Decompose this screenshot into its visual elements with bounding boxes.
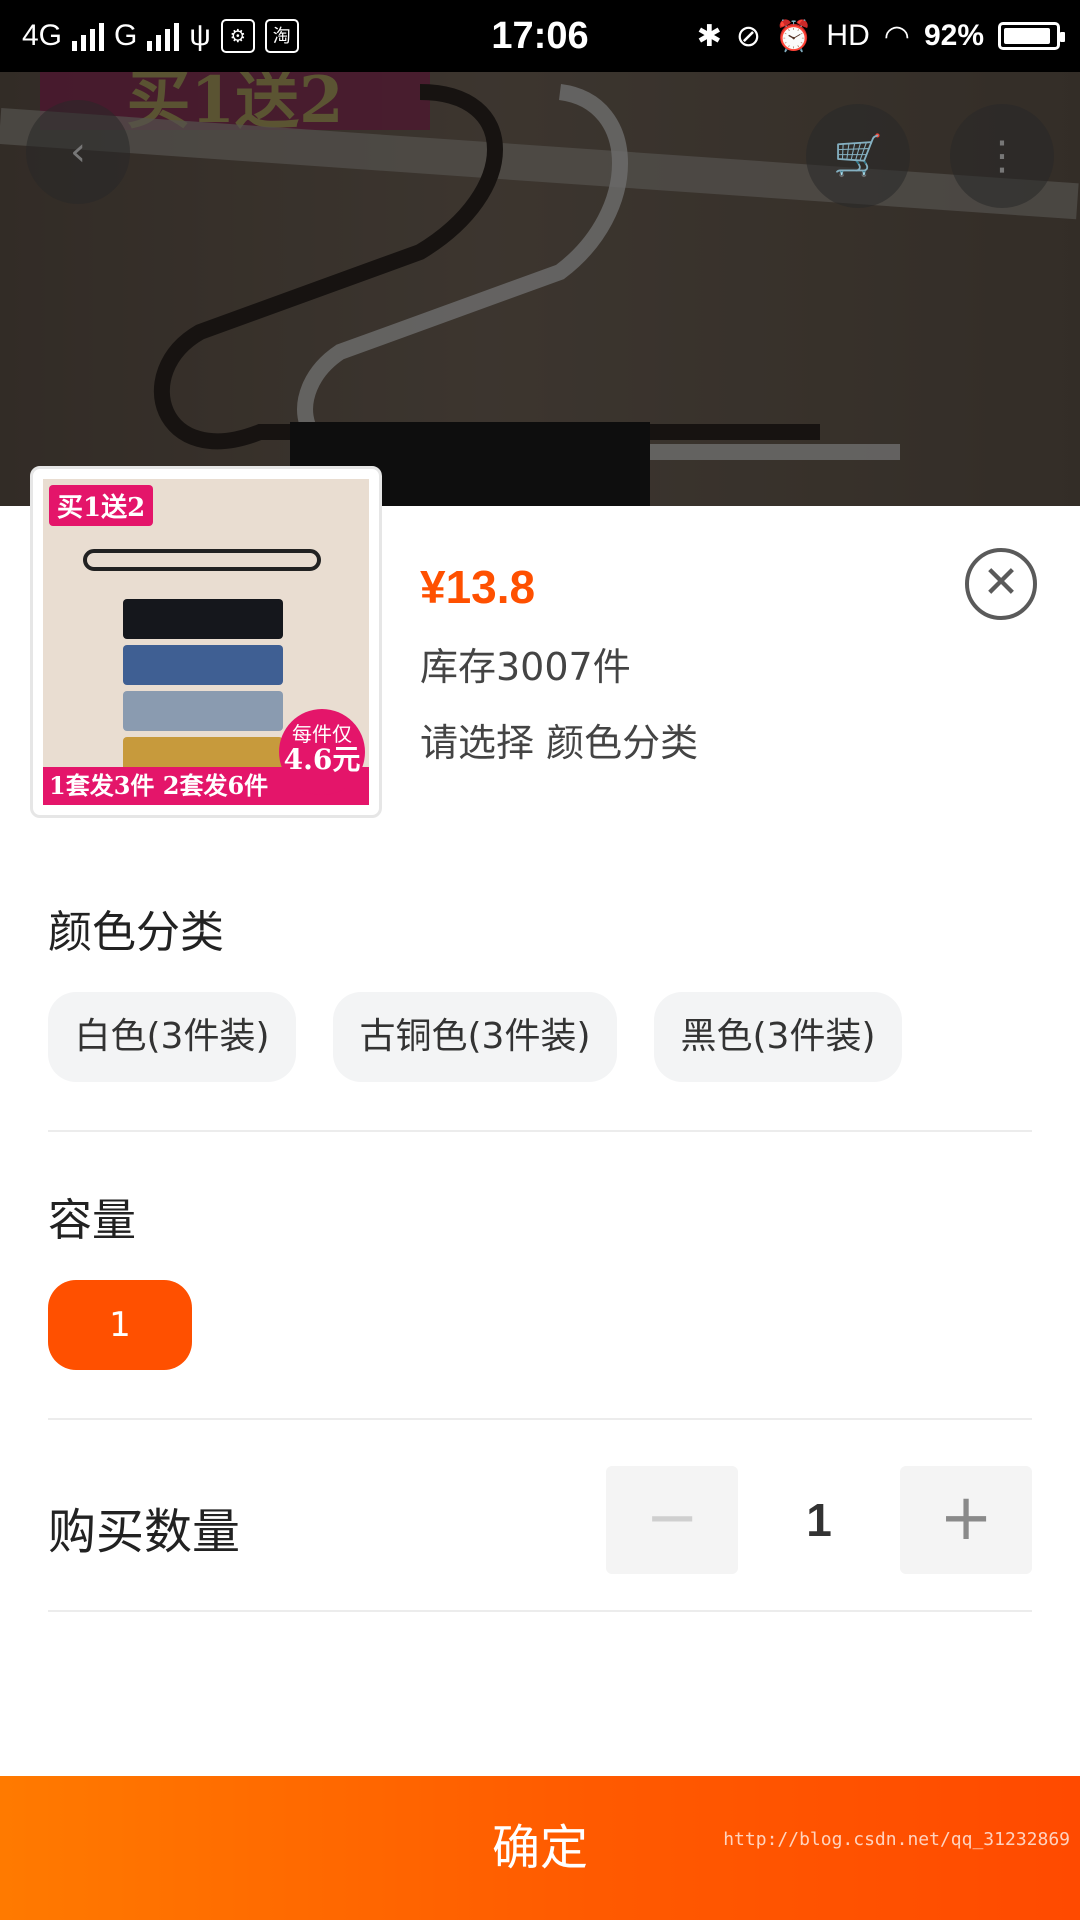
divider [48, 1418, 1032, 1420]
back-button[interactable]: ‹ [26, 100, 130, 204]
divider [48, 1610, 1032, 1612]
capacity-section-title: 容量 [48, 1195, 136, 1246]
increase-quantity-button[interactable]: + [900, 1466, 1032, 1574]
product-price: ¥13.8 [420, 561, 536, 613]
watermark: http://blog.csdn.net/qq_31232869 [723, 1829, 1070, 1850]
product-thumbnail-image: 买1送2 1套发3件 2套发6件 每件仅 4.6元 [43, 479, 369, 805]
selection-hint: 请选择 颜色分类 [420, 721, 699, 765]
close-button[interactable]: ✕ [965, 548, 1037, 620]
pant-blue [123, 645, 283, 685]
color-option-black[interactable]: 黑色(3件装) [654, 992, 902, 1082]
battery-percent: 92% [923, 19, 984, 52]
stock-count: 库存3007件 [420, 645, 631, 689]
thumb-badge-line2: 4.6元 [283, 743, 361, 776]
cart-button[interactable]: 🛒 [806, 104, 910, 208]
status-bar: 4G G ψ ⚙ 淘 17:06 ✱ ⊘ ⏰ HD ◠ 92% [0, 0, 1080, 72]
status-right: ✱ ⊘ ⏰ HD ◠ 92% [696, 0, 1065, 72]
capacity-option-1[interactable]: 1 [48, 1280, 192, 1370]
quantity-value[interactable]: 1 [738, 1466, 900, 1574]
quantity-label: 购买数量 [48, 1504, 241, 1560]
product-background-image: 买1送2 ‹ 🛒 ⋮ [0, 72, 1080, 506]
confirm-label: 确定 [491, 1820, 588, 1876]
cart-icon: 🛒 [833, 133, 883, 179]
color-section-title: 颜色分类 [48, 907, 224, 958]
alarm-icon: ⏰ [775, 19, 813, 53]
vibrate-off-icon: ⊘ [735, 19, 762, 53]
battery-icon [998, 22, 1065, 50]
minus-icon: − [645, 1481, 699, 1555]
confirm-button[interactable]: 确定 http://blog.csdn.net/qq_31232869 [0, 1776, 1080, 1920]
product-thumbnail[interactable]: 买1送2 1套发3件 2套发6件 每件仅 4.6元 [30, 466, 382, 818]
more-button[interactable]: ⋮ [950, 104, 1054, 208]
thumb-price-badge: 每件仅 4.6元 [279, 709, 365, 795]
bluetooth-icon: ✱ [696, 19, 722, 53]
color-option-white[interactable]: 白色(3件装) [48, 992, 296, 1082]
hanger-bar [83, 549, 321, 571]
color-option-bronze[interactable]: 古铜色(3件装) [333, 992, 617, 1082]
plus-icon: + [939, 1481, 993, 1555]
close-icon: ✕ [982, 557, 1020, 608]
wifi-icon: ◠ [883, 19, 910, 53]
divider [48, 1130, 1032, 1132]
more-vertical-icon: ⋮ [982, 133, 1022, 179]
pant-gray [123, 691, 283, 731]
hd-label: HD [826, 19, 870, 52]
thumb-promo-top: 买1送2 [49, 485, 154, 526]
decrease-quantity-button[interactable]: − [606, 1466, 738, 1574]
chevron-left-icon: ‹ [70, 129, 86, 175]
pant-black [123, 599, 283, 639]
background-dim-overlay [0, 72, 1080, 506]
